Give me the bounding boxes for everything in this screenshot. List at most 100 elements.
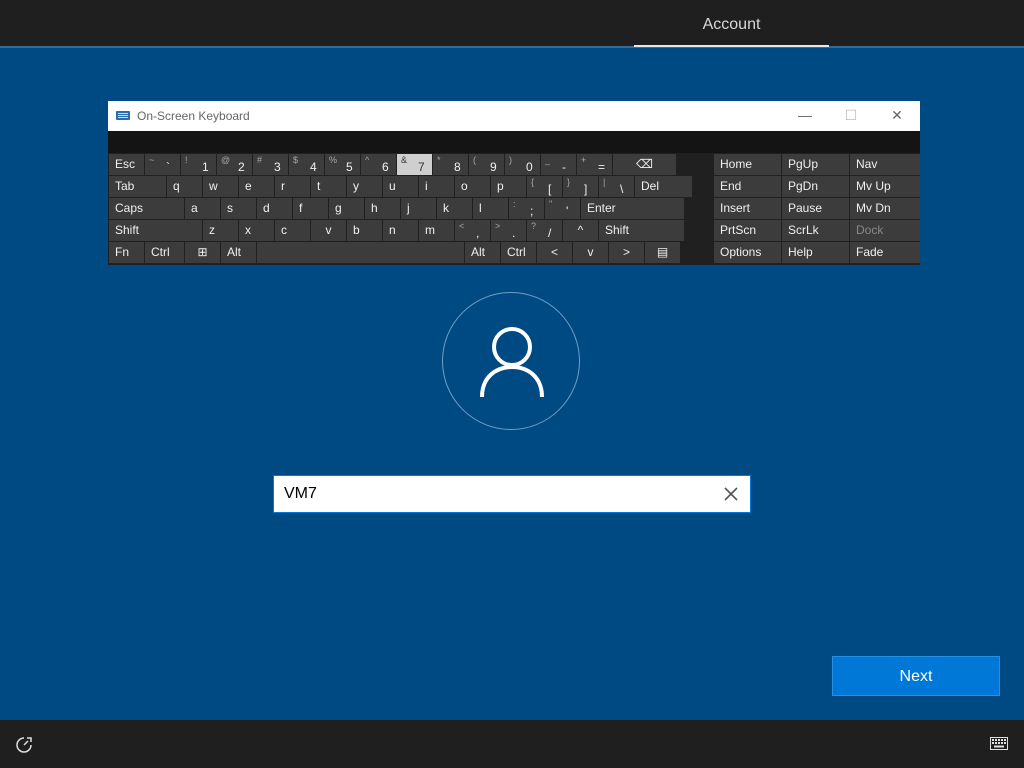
- key-sym11[interactable]: {[: [527, 176, 562, 197]
- key-esc[interactable]: Esc: [109, 154, 144, 175]
- key-sym13[interactable]: + =: [577, 154, 612, 175]
- key-o[interactable]: o: [455, 176, 490, 197]
- key-c[interactable]: c: [275, 220, 310, 241]
- key-b[interactable]: b: [347, 220, 382, 241]
- key-help[interactable]: Help: [782, 242, 849, 263]
- key-caps[interactable]: Caps: [109, 198, 184, 219]
- key-shift-label: |: [603, 177, 606, 187]
- key-7[interactable]: & 7: [397, 154, 432, 175]
- key-label: Home: [720, 157, 753, 171]
- key-sym4-7[interactable]: <: [537, 242, 572, 263]
- key-ctrl[interactable]: Ctrl: [501, 242, 536, 263]
- key-8[interactable]: * 8: [433, 154, 468, 175]
- key-g[interactable]: g: [329, 198, 364, 219]
- key-0[interactable]: ) 0: [505, 154, 540, 175]
- key-shift[interactable]: Shift: [599, 220, 684, 241]
- key-label: s: [227, 201, 233, 215]
- close-icon[interactable]: [722, 485, 740, 503]
- key-s[interactable]: s: [221, 198, 256, 219]
- key-scrlk[interactable]: ScrLk: [782, 220, 849, 241]
- key-p[interactable]: p: [491, 176, 526, 197]
- key-x[interactable]: x: [239, 220, 274, 241]
- key-w[interactable]: w: [203, 176, 238, 197]
- key-sym12[interactable]: _ -: [541, 154, 576, 175]
- key-sym1[interactable]: ~ `: [145, 154, 180, 175]
- minimize-button[interactable]: —: [782, 101, 828, 131]
- osk-titlebar[interactable]: On-Screen Keyboard — ☐ ✕: [108, 101, 920, 131]
- username-field[interactable]: [273, 475, 751, 513]
- keyboard-icon[interactable]: [990, 737, 1008, 750]
- key-tab[interactable]: Tab: [109, 176, 166, 197]
- key-sym9[interactable]: >.: [491, 220, 526, 241]
- key-prtscn[interactable]: PrtScn: [714, 220, 781, 241]
- key-e[interactable]: e: [239, 176, 274, 197]
- key-sym10[interactable]: :;: [509, 198, 544, 219]
- key-label: d: [263, 201, 270, 215]
- key-v[interactable]: v: [573, 242, 608, 263]
- key-sym12[interactable]: }]: [563, 176, 598, 197]
- key-options[interactable]: Options: [714, 242, 781, 263]
- key-sym3-11[interactable]: ^: [563, 220, 598, 241]
- key-a[interactable]: a: [185, 198, 220, 219]
- key-fn[interactable]: Fn: [109, 242, 144, 263]
- key-end[interactable]: End: [714, 176, 781, 197]
- key-shift[interactable]: Shift: [109, 220, 202, 241]
- key-alt[interactable]: Alt: [221, 242, 256, 263]
- key-del[interactable]: Del: [635, 176, 692, 197]
- key-q[interactable]: q: [167, 176, 202, 197]
- key-z[interactable]: z: [203, 220, 238, 241]
- key-6[interactable]: ^ 6: [361, 154, 396, 175]
- key-5[interactable]: % 5: [325, 154, 360, 175]
- key-pause[interactable]: Pause: [782, 198, 849, 219]
- close-button[interactable]: ✕: [874, 101, 920, 131]
- key-label: 4: [310, 160, 317, 174]
- key-2[interactable]: @2: [217, 154, 252, 175]
- key-y[interactable]: y: [347, 176, 382, 197]
- key-sym13[interactable]: | \: [599, 176, 634, 197]
- key-label: Alt: [227, 245, 242, 259]
- key-4[interactable]: $4: [289, 154, 324, 175]
- key-k[interactable]: k: [437, 198, 472, 219]
- key-n[interactable]: n: [383, 220, 418, 241]
- key-h[interactable]: h: [365, 198, 400, 219]
- key-sym4-10[interactable]: ▤: [645, 242, 680, 263]
- key-insert[interactable]: Insert: [714, 198, 781, 219]
- key-i[interactable]: i: [419, 176, 454, 197]
- key-enter[interactable]: Enter: [581, 198, 684, 219]
- key-pgdn[interactable]: PgDn: [782, 176, 849, 197]
- key-nav[interactable]: Nav: [850, 154, 920, 175]
- key-sym10[interactable]: ? /: [527, 220, 562, 241]
- key-m[interactable]: m: [419, 220, 454, 241]
- key-l[interactable]: l: [473, 198, 508, 219]
- ease-of-access-icon[interactable]: [14, 735, 34, 755]
- key-r[interactable]: r: [275, 176, 310, 197]
- key-sym4-2[interactable]: ⊞: [185, 242, 220, 263]
- key-d[interactable]: d: [257, 198, 292, 219]
- key-sym0-14[interactable]: ⌫: [613, 154, 676, 175]
- key-3[interactable]: #3: [253, 154, 288, 175]
- key-sym11[interactable]: " ': [545, 198, 580, 219]
- maximize-button[interactable]: ☐: [828, 101, 874, 131]
- key-mv-dn[interactable]: Mv Dn: [850, 198, 920, 219]
- key-mv-up[interactable]: Mv Up: [850, 176, 920, 197]
- key-sym4-9[interactable]: >: [609, 242, 644, 263]
- key-f[interactable]: f: [293, 198, 328, 219]
- key-dock[interactable]: Dock: [850, 220, 920, 241]
- next-button[interactable]: Next: [832, 656, 1000, 696]
- key-1[interactable]: ! 1: [181, 154, 216, 175]
- key-sym8[interactable]: <,: [455, 220, 490, 241]
- key-space[interactable]: [257, 242, 464, 263]
- key-9[interactable]: (9: [469, 154, 504, 175]
- key-v[interactable]: v: [311, 220, 346, 241]
- key-fade[interactable]: Fade: [850, 242, 920, 263]
- key-pgup[interactable]: PgUp: [782, 154, 849, 175]
- username-input[interactable]: [284, 476, 704, 512]
- key-j[interactable]: j: [401, 198, 436, 219]
- key-u[interactable]: u: [383, 176, 418, 197]
- tab-account[interactable]: Account: [634, 0, 829, 46]
- key-t[interactable]: t: [311, 176, 346, 197]
- key-label: Mv Up: [856, 179, 891, 193]
- key-alt[interactable]: Alt: [465, 242, 500, 263]
- key-home[interactable]: Home: [714, 154, 781, 175]
- key-ctrl[interactable]: Ctrl: [145, 242, 184, 263]
